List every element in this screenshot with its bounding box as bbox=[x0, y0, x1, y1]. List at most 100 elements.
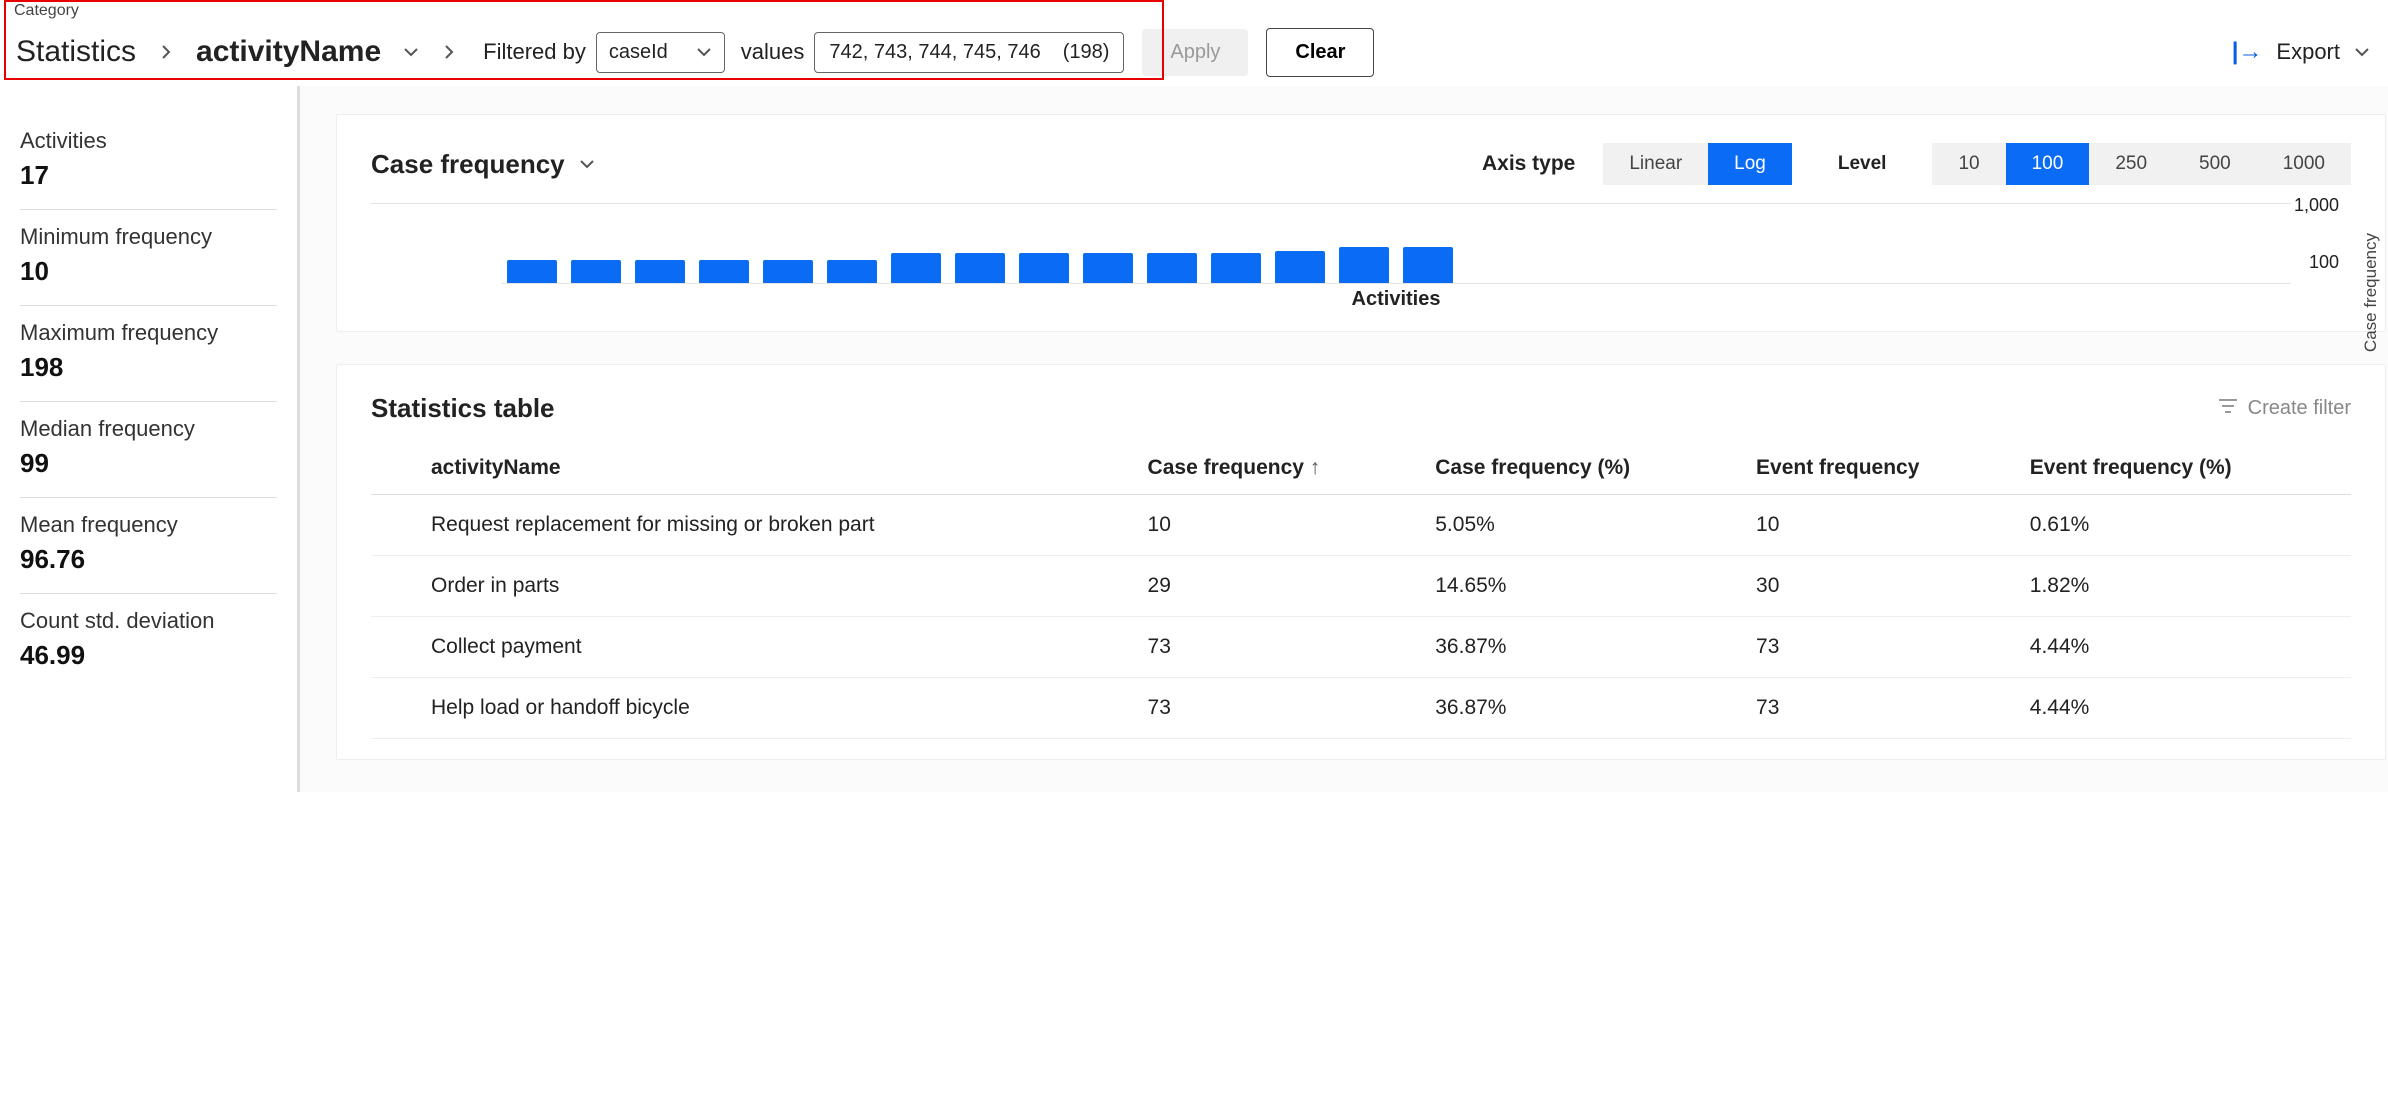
chart-bar[interactable] bbox=[955, 253, 1005, 283]
level-option-250[interactable]: 250 bbox=[2089, 143, 2173, 185]
table-cell: 30 bbox=[1746, 556, 2020, 617]
table-body: Request replacement for missing or broke… bbox=[371, 495, 2351, 739]
bar-chart bbox=[501, 208, 2291, 284]
stat-label: Maximum frequency bbox=[20, 320, 277, 346]
chart-x-label: Activities bbox=[501, 288, 2291, 311]
column-header[interactable]: activityName bbox=[371, 442, 1138, 495]
chevron-down-icon bbox=[2354, 44, 2370, 60]
level-segmented: 101002505001000 bbox=[1932, 143, 2351, 185]
level-option-10[interactable]: 10 bbox=[1932, 143, 2005, 185]
create-filter-button[interactable]: Create filter bbox=[2218, 397, 2351, 420]
level-option-100[interactable]: 100 bbox=[2006, 143, 2090, 185]
table-cell: 73 bbox=[1746, 617, 2020, 678]
stat-label: Count std. deviation bbox=[20, 608, 277, 634]
axis-type-segmented: LinearLog bbox=[1603, 143, 1792, 185]
table-cell: 14.65% bbox=[1425, 556, 1746, 617]
table-cell: 0.61% bbox=[2020, 495, 2351, 556]
apply-button[interactable]: Apply bbox=[1142, 29, 1248, 76]
chart-bar[interactable] bbox=[1147, 253, 1197, 283]
stat-block: Mean frequency 96.76 bbox=[20, 498, 277, 594]
stat-value: 46.99 bbox=[20, 640, 277, 671]
chevron-right-icon bbox=[158, 44, 174, 60]
chevron-down-icon bbox=[696, 44, 712, 60]
chart-bar[interactable] bbox=[1019, 253, 1069, 283]
export-button[interactable]: |→ Export bbox=[2232, 38, 2370, 66]
stat-label: Median frequency bbox=[20, 416, 277, 442]
statistics-table: activityNameCase frequencyCase frequency… bbox=[371, 442, 2351, 739]
filter-field-select[interactable]: caseId bbox=[596, 32, 725, 73]
table-cell: Collect payment bbox=[371, 617, 1138, 678]
table-cell: Help load or handoff bicycle bbox=[371, 678, 1138, 739]
level-option-500[interactable]: 500 bbox=[2173, 143, 2257, 185]
chart-title-dropdown[interactable]: Case frequency bbox=[371, 149, 595, 180]
values-label: values bbox=[741, 39, 805, 65]
stat-value: 17 bbox=[20, 160, 277, 191]
chart-title: Case frequency bbox=[371, 149, 565, 180]
stat-label: Mean frequency bbox=[20, 512, 277, 538]
table-row[interactable]: Help load or handoff bicycle7336.87%734.… bbox=[371, 678, 2351, 739]
top-filter-bar: Category Statistics activityName Filtere… bbox=[0, 0, 2388, 86]
breadcrumb: Statistics activityName bbox=[16, 35, 457, 69]
stat-block: Activities 17 bbox=[20, 114, 277, 210]
table-cell: 36.87% bbox=[1425, 678, 1746, 739]
stat-block: Minimum frequency10 bbox=[20, 210, 277, 306]
table-panel: Statistics table Create filter activityN… bbox=[336, 364, 2386, 760]
table-cell: 1.82% bbox=[2020, 556, 2351, 617]
table-cell: 10 bbox=[1746, 495, 2020, 556]
table-row[interactable]: Request replacement for missing or broke… bbox=[371, 495, 2351, 556]
level-label: Level bbox=[1820, 143, 1905, 185]
column-header[interactable]: Case frequency bbox=[1138, 442, 1426, 495]
stat-value: 99 bbox=[20, 448, 277, 479]
table-cell: 4.44% bbox=[2020, 617, 2351, 678]
column-header[interactable]: Case frequency (%) bbox=[1425, 442, 1746, 495]
table-row[interactable]: Collect payment7336.87%734.44% bbox=[371, 617, 2351, 678]
chart-bar[interactable] bbox=[1211, 253, 1261, 283]
ytick: 1,000 bbox=[2294, 195, 2339, 216]
chart-bar[interactable] bbox=[891, 253, 941, 283]
breadcrumb-root[interactable]: Statistics bbox=[16, 35, 136, 69]
chevron-down-icon bbox=[579, 156, 595, 172]
table-cell: 5.05% bbox=[1425, 495, 1746, 556]
stat-label: Activities bbox=[20, 128, 277, 154]
axis-option-linear[interactable]: Linear bbox=[1603, 143, 1708, 185]
category-label: Category bbox=[14, 2, 79, 20]
chart-bar[interactable] bbox=[507, 260, 557, 283]
chart-bar[interactable] bbox=[763, 260, 813, 283]
stat-block: Count std. deviation 46.99 bbox=[20, 594, 277, 689]
export-icon: |→ bbox=[2232, 38, 2263, 66]
main-content: Case frequency Axis type LinearLog Level… bbox=[300, 86, 2388, 792]
chevron-right-icon bbox=[441, 44, 457, 60]
stat-block: Median frequency 99 bbox=[20, 402, 277, 498]
axis-option-log[interactable]: Log bbox=[1708, 143, 1792, 185]
ytick: 100 bbox=[2294, 252, 2339, 273]
filter-icon bbox=[2218, 397, 2238, 420]
chart-panel: Case frequency Axis type LinearLog Level… bbox=[336, 114, 2386, 332]
chart-bar[interactable] bbox=[1403, 247, 1453, 283]
filter-values-input[interactable]: 742, 743, 744, 745, 746 (198) bbox=[814, 32, 1124, 73]
chart-bar[interactable] bbox=[635, 260, 685, 283]
table-cell: 36.87% bbox=[1425, 617, 1746, 678]
filtered-by-label: Filtered by bbox=[483, 39, 586, 65]
table-cell: 10 bbox=[1138, 495, 1426, 556]
clear-button[interactable]: Clear bbox=[1266, 28, 1374, 77]
table-cell: 73 bbox=[1138, 617, 1426, 678]
chart-bar[interactable] bbox=[827, 260, 877, 283]
axis-type-label: Axis type bbox=[1482, 152, 1575, 176]
column-header[interactable]: Event frequency bbox=[1746, 442, 2020, 495]
chevron-down-icon[interactable] bbox=[403, 44, 419, 60]
breadcrumb-current[interactable]: activityName bbox=[196, 35, 381, 69]
chart-bar[interactable] bbox=[699, 260, 749, 283]
filter-values-count: (198) bbox=[1063, 41, 1110, 64]
table-cell: 29 bbox=[1138, 556, 1426, 617]
stat-value: 10 bbox=[20, 256, 277, 287]
chart-bar[interactable] bbox=[1275, 251, 1325, 283]
table-row[interactable]: Order in parts2914.65%301.82% bbox=[371, 556, 2351, 617]
chart-bar[interactable] bbox=[571, 260, 621, 283]
column-header[interactable]: Event frequency (%) bbox=[2020, 442, 2351, 495]
table-cell: 4.44% bbox=[2020, 678, 2351, 739]
level-option-1000[interactable]: 1000 bbox=[2257, 143, 2351, 185]
stat-value: 198 bbox=[20, 352, 277, 383]
stat-value: 96.76 bbox=[20, 544, 277, 575]
chart-bar[interactable] bbox=[1083, 253, 1133, 283]
chart-bar[interactable] bbox=[1339, 247, 1389, 283]
